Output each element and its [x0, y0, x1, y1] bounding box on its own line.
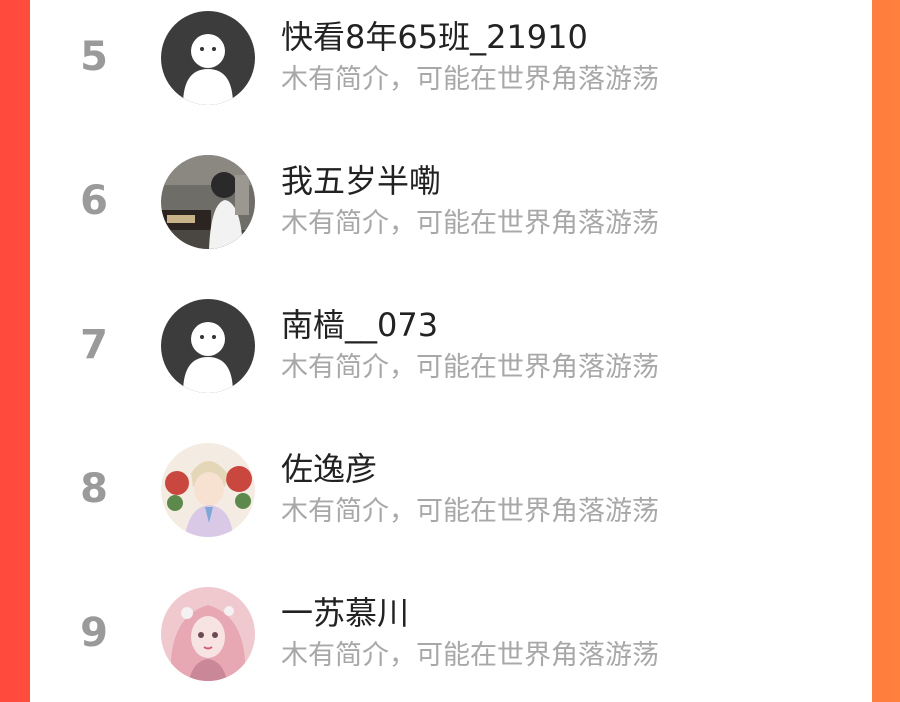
default-avatar-icon[interactable]: [161, 299, 255, 393]
list-item[interactable]: 8 佐逸彦 木有简介，可能在世界角落游荡: [30, 439, 872, 539]
photo-avatar[interactable]: [161, 155, 255, 249]
rank-number: 8: [80, 466, 108, 512]
default-avatar-icon[interactable]: [161, 11, 255, 105]
user-name[interactable]: 快看8年65班_21910: [281, 17, 588, 57]
user-name[interactable]: 我五岁半嘞: [281, 161, 441, 201]
user-bio: 木有简介，可能在世界角落游荡: [281, 640, 659, 671]
rank-number: 5: [80, 34, 108, 80]
user-bio: 木有简介，可能在世界角落游荡: [281, 352, 659, 383]
user-bio: 木有简介，可能在世界角落游荡: [281, 208, 659, 239]
leaderboard-card: 5 快看8年65班_21910 木有简介，可能在世界角落游荡 6 我五岁半嘞 木…: [30, 0, 872, 702]
user-name[interactable]: 佐逸彦: [281, 449, 377, 489]
user-name[interactable]: 南樯__073: [281, 305, 438, 345]
user-name[interactable]: 一苏慕川: [281, 593, 409, 633]
list-item[interactable]: 6 我五岁半嘞 木有简介，可能在世界角落游荡: [30, 151, 872, 251]
list-item[interactable]: 5 快看8年65班_21910 木有简介，可能在世界角落游荡: [30, 7, 872, 107]
leaderboard-screen: 5 快看8年65班_21910 木有简介，可能在世界角落游荡 6 我五岁半嘞 木…: [0, 0, 900, 702]
rank-number: 7: [80, 322, 108, 368]
anime-avatar-pink[interactable]: [161, 587, 255, 681]
user-bio: 木有简介，可能在世界角落游荡: [281, 64, 659, 95]
rank-number: 9: [80, 610, 108, 656]
list-item[interactable]: 7 南樯__073 木有简介，可能在世界角落游荡: [30, 295, 872, 395]
list-item[interactable]: 9 一苏慕川 木有简介，可能在世界角落游荡: [30, 583, 872, 683]
anime-avatar[interactable]: [161, 443, 255, 537]
user-bio: 木有简介，可能在世界角落游荡: [281, 496, 659, 527]
rank-number: 6: [80, 178, 108, 224]
